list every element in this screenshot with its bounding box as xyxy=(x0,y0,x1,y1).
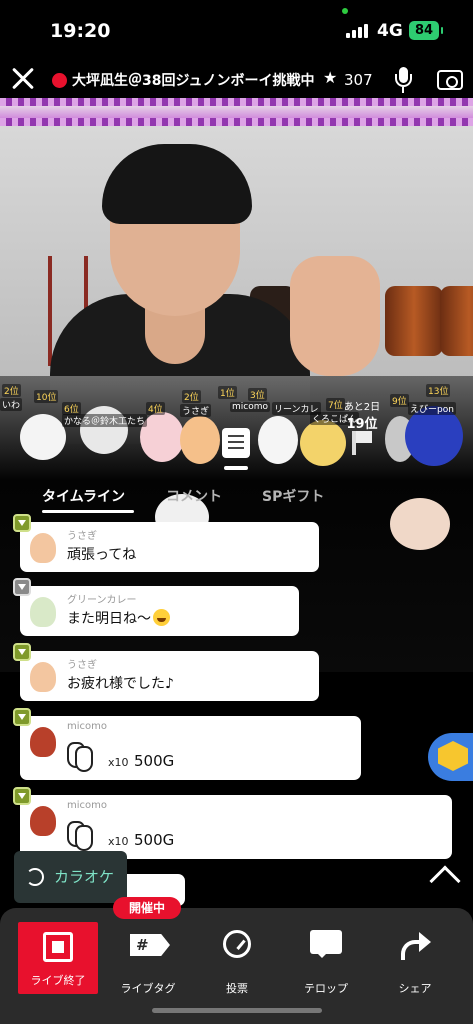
rank-label: 9位 xyxy=(390,394,409,407)
camera-indicator-dot xyxy=(342,8,348,14)
avatar xyxy=(30,533,56,563)
rank-label: 2位 xyxy=(2,384,21,397)
comment-card[interactable]: グリーンカレー また明日ね〜 xyxy=(13,578,299,636)
close-icon[interactable] xyxy=(8,64,38,94)
rank-label: 3位 xyxy=(248,388,267,401)
network-type: 4G xyxy=(377,21,403,41)
current-rank: 19位 xyxy=(346,417,378,432)
end-live-label: ライブ終了 xyxy=(30,974,86,987)
avatar xyxy=(30,662,56,692)
flag-icon xyxy=(352,431,372,455)
status-bar: 19:20 4G 84 xyxy=(0,0,473,60)
comment-card[interactable]: うさぎ お疲れ様でした♪ xyxy=(13,643,319,701)
remaining-days: あと2日 xyxy=(343,402,381,413)
comment-text: また明日ね〜 xyxy=(67,611,151,627)
gauge-icon xyxy=(221,928,253,960)
rank-name: かなる＠鈴木工たち xyxy=(62,414,148,427)
comment-text: お疲れ様でした♪ xyxy=(67,676,174,692)
level-badge-icon xyxy=(13,643,31,661)
camera-switch-icon[interactable] xyxy=(437,70,463,90)
gift-value: 500G xyxy=(134,831,175,849)
tab-timeline[interactable]: タイムライン xyxy=(42,486,125,506)
streamer-hand xyxy=(290,256,380,376)
live-tag-button[interactable]: # ライブタグ xyxy=(106,918,190,1002)
rank-name: うさぎ xyxy=(180,404,212,417)
rank-label: 4位 xyxy=(146,402,165,415)
clap-icon xyxy=(67,740,97,772)
refresh-icon xyxy=(26,868,44,886)
comment-card[interactable]: うさぎ 頑張ってね xyxy=(13,514,319,572)
live-event-badge: 開催中 xyxy=(113,897,181,919)
telop-button[interactable]: テロップ xyxy=(284,918,368,1002)
comment-username: うさぎ xyxy=(67,531,97,542)
broadcast-title[interactable]: 大坪凪生＠38回ジュノンボーイ挑戦中 xyxy=(72,70,316,90)
avatar xyxy=(30,597,56,627)
gift-quantity: x10 xyxy=(108,756,129,769)
comment-message: また明日ね〜 xyxy=(67,608,170,628)
rank-label: 10位 xyxy=(34,390,59,403)
clap-icon xyxy=(67,819,97,851)
chevron-up-icon[interactable] xyxy=(429,865,461,897)
stage-lights-banner xyxy=(0,98,473,126)
avatar xyxy=(30,806,56,836)
rank-name: micomo xyxy=(230,402,270,412)
stop-icon xyxy=(43,932,73,962)
avatar xyxy=(30,727,56,757)
end-live-button[interactable]: ライブ終了 xyxy=(18,922,98,994)
gift-quantity: x10 xyxy=(108,835,129,848)
share-label: シェア xyxy=(398,982,432,995)
gift-username: micomo xyxy=(67,721,107,732)
comment-username: グリーンカレー xyxy=(67,595,137,606)
rank-label: 13位 xyxy=(426,384,451,397)
ranking-status[interactable]: あと2日 19位 xyxy=(342,398,382,432)
rank-name: いわ xyxy=(0,398,23,411)
telop-label: テロップ xyxy=(304,982,348,995)
level-badge-icon xyxy=(13,708,31,726)
tag-icon: # xyxy=(130,928,170,960)
microphone-icon[interactable] xyxy=(395,67,412,95)
star-icon: ★ xyxy=(323,68,338,87)
document-icon[interactable] xyxy=(222,428,250,458)
karaoke-button[interactable]: カラオケ xyxy=(14,851,127,903)
vote-label: 投票 xyxy=(226,982,248,995)
rank-name: えびーpon xyxy=(408,402,456,415)
rank-label: 1位 xyxy=(218,386,237,399)
home-indicator xyxy=(152,1008,322,1013)
gift-username: micomo xyxy=(67,800,107,811)
video-drum xyxy=(440,286,473,356)
share-button[interactable]: シェア xyxy=(373,918,457,1002)
status-time: 19:20 xyxy=(50,20,111,42)
speech-bubble-icon xyxy=(310,928,342,960)
gift-button[interactable] xyxy=(428,733,473,781)
tag-icon-text: # xyxy=(130,934,170,956)
karaoke-label: カラオケ xyxy=(54,868,115,886)
tab-comment[interactable]: コメント xyxy=(166,486,222,506)
vote-button[interactable]: 投票 xyxy=(195,918,279,1002)
level-badge-icon xyxy=(13,514,31,532)
rank-label: 2位 xyxy=(182,390,201,403)
comment-text: 頑張ってね xyxy=(67,547,137,563)
document-underline xyxy=(224,466,248,470)
grinning-emoji-icon xyxy=(153,609,170,626)
live-header: 大坪凪生＠38回ジュノンボーイ挑戦中 ★ 307 xyxy=(0,60,473,102)
comment-username: うさぎ xyxy=(67,660,97,671)
bottom-toolbar: ライブ終了 # ライブタグ 投票 テロップ シェア xyxy=(0,908,473,1024)
live-tag-label: ライブタグ xyxy=(120,982,176,995)
gift-value: 500G xyxy=(134,752,175,770)
star-count: 307 xyxy=(344,71,373,89)
gift-card[interactable]: micomo x10 500G xyxy=(13,708,361,780)
video-drum xyxy=(385,286,443,356)
level-badge-icon xyxy=(13,578,31,596)
gift-card[interactable]: micomo x10 500G xyxy=(13,787,452,859)
level-badge-icon xyxy=(13,787,31,805)
battery-icon: 84 xyxy=(409,21,443,40)
timeline-tabs: タイムライン コメント SPギフト xyxy=(42,486,342,512)
active-tab-indicator xyxy=(42,510,134,513)
share-icon xyxy=(399,928,431,960)
tab-sp-gift[interactable]: SPギフト xyxy=(262,486,324,506)
live-record-icon xyxy=(52,73,67,88)
signal-icon xyxy=(346,24,370,38)
